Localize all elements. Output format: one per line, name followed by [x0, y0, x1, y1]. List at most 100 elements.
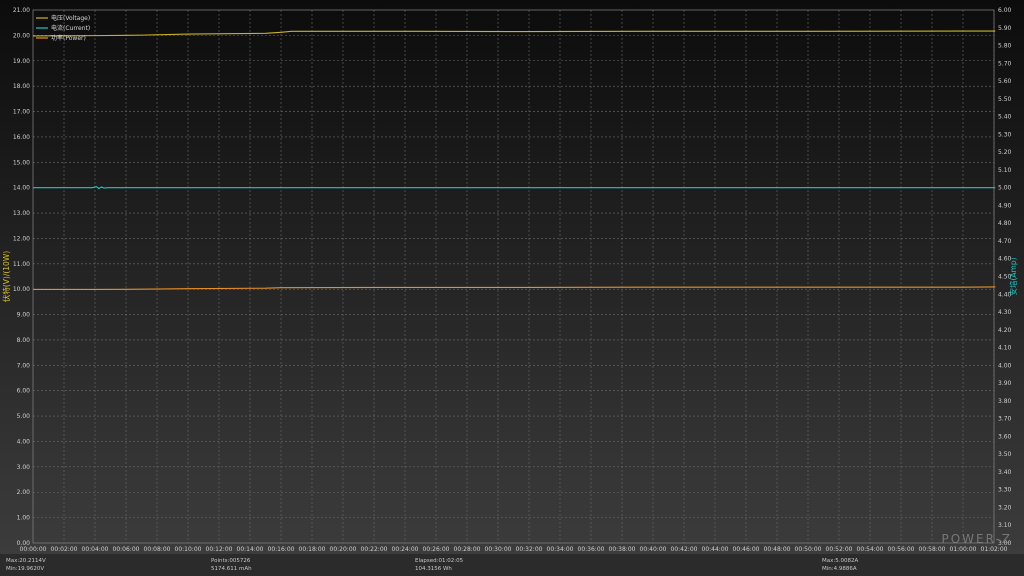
- x-tick-label: 00:08:00: [144, 546, 171, 553]
- x-tick-label: 00:06:00: [113, 546, 140, 553]
- x-tick-label: 00:52:00: [826, 546, 853, 553]
- x-tick-label: 01:00:00: [950, 546, 977, 553]
- x-tick-label: 00:32:00: [516, 546, 543, 553]
- y-right-tick-label: 3.70: [998, 416, 1012, 423]
- x-tick-label: 00:46:00: [733, 546, 760, 553]
- x-tick-label: 00:02:00: [51, 546, 78, 553]
- x-tick-label: 00:12:00: [206, 546, 233, 553]
- x-tick-label: 00:16:00: [268, 546, 295, 553]
- y-left-tick-label: 8.00: [17, 337, 31, 344]
- x-tick-label: 00:54:00: [857, 546, 884, 553]
- power-z-app: 0.001.002.003.004.005.006.007.008.009.00…: [0, 0, 1024, 576]
- y-right-tick-label: 5.40: [998, 114, 1012, 121]
- line-chart[interactable]: 0.001.002.003.004.005.006.007.008.009.00…: [0, 0, 1024, 554]
- y-left-tick-label: 7.00: [17, 362, 31, 369]
- y-left-tick-label: 9.00: [17, 312, 31, 319]
- y-left-tick-label: 12.00: [13, 235, 30, 242]
- y-right-tick-label: 4.10: [998, 345, 1012, 352]
- legend-label: 电压(Voltage): [51, 14, 90, 22]
- elapsed-time: Elapsed:01:02:05: [415, 557, 463, 565]
- y-right-tick-label: 5.10: [998, 167, 1012, 174]
- y-right-tick-label: 4.90: [998, 202, 1012, 209]
- x-tick-label: 00:30:00: [485, 546, 512, 553]
- y-right-tick-label: 3.90: [998, 380, 1012, 387]
- y-left-tick-label: 4.00: [17, 438, 31, 445]
- y-right-tick-label: 5.70: [998, 60, 1012, 67]
- status-bar: Max:20.2114V Min:19.9620V Points:005726 …: [0, 554, 1024, 576]
- y-left-tick-label: 18.00: [13, 83, 30, 90]
- y-right-tick-label: 5.20: [998, 149, 1012, 156]
- x-tick-label: 00:26:00: [423, 546, 450, 553]
- x-tick-label: 00:10:00: [175, 546, 202, 553]
- y-right-tick-label: 3.30: [998, 487, 1012, 494]
- x-tick-label: 00:20:00: [330, 546, 357, 553]
- y-left-tick-label: 19.00: [13, 58, 30, 65]
- y-left-tick-label: 2.00: [17, 489, 31, 496]
- x-tick-label: 00:56:00: [888, 546, 915, 553]
- y-right-tick-label: 5.00: [998, 185, 1012, 192]
- y-left-tick-label: 10.00: [13, 286, 30, 293]
- x-tick-label: 00:40:00: [640, 546, 667, 553]
- x-tick-label: 00:58:00: [919, 546, 946, 553]
- y-left-tick-label: 14.00: [13, 185, 30, 192]
- x-tick-label: 00:36:00: [578, 546, 605, 553]
- y-left-axis-label: 伏特(V)/(10W): [1, 251, 11, 302]
- x-tick-label: 01:02:00: [981, 546, 1008, 553]
- y-right-tick-label: 4.00: [998, 362, 1012, 369]
- x-tick-label: 00:50:00: [795, 546, 822, 553]
- y-left-tick-label: 15.00: [13, 159, 30, 166]
- y-right-tick-label: 5.30: [998, 131, 1012, 138]
- y-left-tick-label: 3.00: [17, 464, 31, 471]
- points-stats: Points:005726 5174.611 mAh: [211, 557, 252, 573]
- max-voltage: Max:20.2114V: [6, 557, 46, 565]
- y-left-tick-label: 13.00: [13, 210, 30, 217]
- legend-label: 功率(Power): [51, 34, 86, 42]
- x-tick-label: 00:42:00: [671, 546, 698, 553]
- max-current: Max:5.0082A: [822, 557, 858, 565]
- y-right-tick-label: 4.80: [998, 220, 1012, 227]
- y-right-tick-label: 5.60: [998, 78, 1012, 85]
- energy-wh: 104.3156 Wh: [415, 565, 463, 573]
- current-stats: Max:5.0082A Min:4.9886A: [822, 557, 858, 573]
- y-left-tick-label: 11.00: [13, 261, 30, 268]
- y-left-tick-label: 6.00: [17, 388, 31, 395]
- legend-label: 电流(Current): [51, 24, 90, 32]
- y-right-tick-label: 3.50: [998, 451, 1012, 458]
- x-tick-label: 00:00:00: [20, 546, 47, 553]
- min-voltage: Min:19.9620V: [6, 565, 46, 573]
- x-tick-label: 00:24:00: [392, 546, 419, 553]
- y-right-tick-label: 5.50: [998, 96, 1012, 103]
- power-z-logo: POWER-Z: [941, 532, 1012, 546]
- x-tick-label: 00:44:00: [702, 546, 729, 553]
- voltage-stats: Max:20.2114V Min:19.9620V: [6, 557, 46, 573]
- y-right-tick-label: 5.80: [998, 43, 1012, 50]
- y-left-tick-label: 1.00: [17, 515, 31, 522]
- y-left-tick-label: 20.00: [13, 32, 30, 39]
- x-tick-label: 00:14:00: [237, 546, 264, 553]
- elapsed-stats: Elapsed:01:02:05 104.3156 Wh: [415, 557, 463, 573]
- capacity-mah: 5174.611 mAh: [211, 565, 252, 573]
- y-right-tick-label: 3.10: [998, 522, 1012, 529]
- x-tick-label: 00:28:00: [454, 546, 481, 553]
- y-right-tick-label: 4.70: [998, 238, 1012, 245]
- x-tick-label: 00:22:00: [361, 546, 388, 553]
- y-right-tick-label: 4.30: [998, 309, 1012, 316]
- x-tick-label: 00:38:00: [609, 546, 636, 553]
- x-tick-label: 00:48:00: [764, 546, 791, 553]
- y-left-tick-label: 16.00: [13, 134, 30, 141]
- x-tick-label: 00:34:00: [547, 546, 574, 553]
- y-right-tick-label: 6.00: [998, 7, 1012, 14]
- legend: 电压(Voltage) 电流(Current) 功率(Power): [36, 14, 90, 42]
- y-left-tick-label: 21.00: [13, 7, 30, 14]
- x-tick-label: 00:04:00: [82, 546, 109, 553]
- y-right-tick-label: 5.90: [998, 25, 1012, 32]
- y-left-tick-label: 5.00: [17, 413, 31, 420]
- x-tick-label: 00:18:00: [299, 546, 326, 553]
- y-right-tick-label: 3.60: [998, 433, 1012, 440]
- y-right-tick-label: 3.80: [998, 398, 1012, 405]
- y-right-axis-label: 安培(Amp): [1008, 257, 1018, 295]
- min-current: Min:4.9886A: [822, 565, 858, 573]
- plot-background: [0, 0, 1024, 554]
- y-right-tick-label: 3.40: [998, 469, 1012, 476]
- y-right-tick-label: 3.20: [998, 504, 1012, 511]
